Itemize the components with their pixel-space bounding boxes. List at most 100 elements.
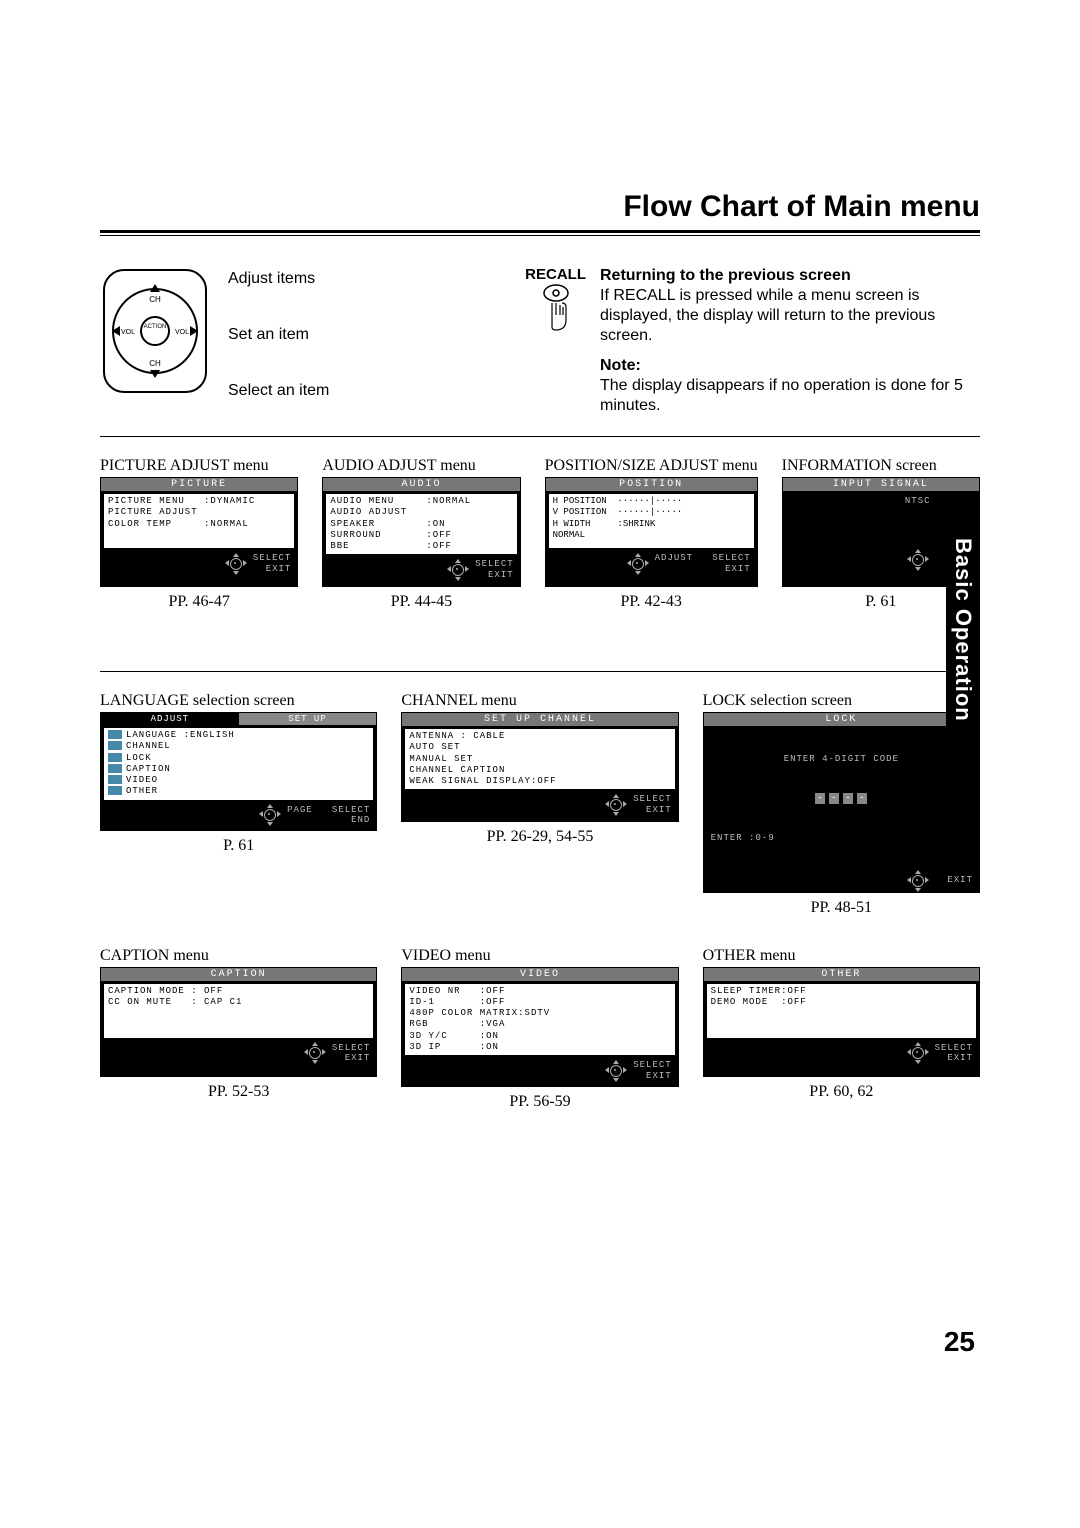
foot-text: PAGE SELECT END: [287, 805, 370, 827]
osd-channel: SET UP CHANNEL ANTENNA : CABLE AUTO SET …: [401, 712, 678, 822]
label-select: Select an item: [228, 382, 329, 400]
osd-foot: SELECT EXIT: [704, 1041, 979, 1069]
osd-video: VIDEO VIDEO NR :OFF ID-1 :OFF 480P COLOR…: [401, 967, 678, 1087]
dpad-icon: [259, 808, 281, 822]
osd-audio: AUDIO AUDIO MENU :NORMAL AUDIO ADJUST SP…: [322, 477, 520, 587]
svg-text:CH: CH: [149, 295, 161, 304]
recall-icon: RECALL: [525, 266, 586, 416]
control-pad-labels: Adjust items Set an item Select an item: [228, 266, 329, 400]
osd-body: AUDIO MENU :NORMAL AUDIO ADJUST SPEAKER …: [326, 494, 516, 554]
caption-cell: CAPTION menu CAPTION CAPTION MODE : OFF …: [100, 947, 377, 1111]
cell-pp: PP. 26-29, 54-55: [401, 828, 678, 846]
osd-body: VIDEO NR :OFF ID-1 :OFF 480P COLOR MATRI…: [405, 984, 674, 1056]
osd-foot: ADJUST SELECT EXIT: [546, 551, 757, 579]
label-set: Set an item: [228, 326, 329, 344]
osd-body: SLEEP TIMER:OFF DEMO MODE :OFF: [707, 984, 976, 1038]
manual-page: Flow Chart of Main menu ACTION CH CH VOL: [0, 0, 1080, 1528]
osd-body: LANGUAGE :ENGLISHCHANNELLOCKCAPTIONVIDEO…: [104, 728, 373, 800]
cell-title: VIDEO menu: [401, 947, 678, 965]
osd-tabs: ADJUST SET UP: [101, 713, 376, 725]
cell-pp: PP. 56-59: [401, 1093, 678, 1111]
note-label: Note:: [600, 356, 980, 376]
lock-cell: LOCK selection screen LOCK ENTER 4-DIGIT…: [703, 692, 980, 917]
lock-range: ENTER :0-9: [711, 833, 972, 844]
cell-title: CHANNEL menu: [401, 692, 678, 710]
osd-foot: EXIT: [704, 872, 979, 892]
cell-pp: PP. 46-47: [100, 593, 298, 611]
osd-title: AUDIO: [323, 478, 519, 491]
osd-body: ENTER 4-DIGIT CODE ---- ENTER :0-9: [707, 729, 976, 869]
osd-foot: SELECT EXIT: [323, 557, 519, 585]
audio-adjust-cell: AUDIO ADJUST menu AUDIO AUDIO MENU :NORM…: [322, 457, 520, 611]
recall-heading: Returning to the previous screen: [600, 266, 980, 286]
osd-picture: PICTURE PICTURE MENU :DYNAMIC PICTURE AD…: [100, 477, 298, 587]
note-body: The display disappears if no operation i…: [600, 376, 980, 416]
osd-title: LOCK: [704, 713, 979, 726]
foot-text: ADJUST SELECT EXIT: [655, 553, 751, 575]
language-cell: LANGUAGE selection screen ADJUST SET UP …: [100, 692, 377, 917]
menu-row-3: CAPTION menu CAPTION CAPTION MODE : OFF …: [100, 927, 980, 1121]
recall-text: Returning to the previous screen If RECA…: [600, 266, 980, 416]
other-cell: OTHER menu OTHER SLEEP TIMER:OFF DEMO MO…: [703, 947, 980, 1111]
cell-title: CAPTION menu: [100, 947, 377, 965]
osd-body: ANTENNA : CABLE AUTO SET MANUAL SET CHAN…: [405, 729, 674, 789]
tab-setup: SET UP: [239, 713, 377, 725]
svg-text:VOL: VOL: [175, 329, 189, 336]
svg-text:CH: CH: [149, 359, 161, 368]
cell-title: INFORMATION screen: [782, 457, 980, 475]
menu-row-2: LANGUAGE selection screen ADJUST SET UP …: [100, 672, 980, 927]
dpad-icon: [225, 557, 247, 571]
foot-text: SELECT EXIT: [332, 1043, 370, 1065]
osd-foot: PAGE SELECT END: [101, 803, 376, 831]
cell-pp: PP. 48-51: [703, 899, 980, 917]
cell-pp: PP. 42-43: [545, 593, 758, 611]
dpad-icon: [907, 1046, 929, 1060]
osd-body: H POSITION ······|····· V POSITION ·····…: [549, 494, 754, 548]
lock-code-boxes: ----: [711, 793, 972, 804]
cell-title: AUDIO ADJUST menu: [322, 457, 520, 475]
cell-title: LOCK selection screen: [703, 692, 980, 710]
osd-body: PICTURE MENU :DYNAMIC PICTURE ADJUST COL…: [104, 494, 294, 548]
osd-title: OTHER: [704, 968, 979, 981]
dpad-icon: [605, 798, 627, 812]
cell-pp: PP. 44-45: [322, 593, 520, 611]
osd-title: PICTURE: [101, 478, 297, 491]
page-title: Flow Chart of Main menu: [100, 190, 980, 224]
cell-title: PICTURE ADJUST menu: [100, 457, 298, 475]
osd-title: SET UP CHANNEL: [402, 713, 677, 726]
cell-title: OTHER menu: [703, 947, 980, 965]
section-tab: Basic Operation: [946, 500, 980, 760]
rule-thick: [100, 230, 980, 233]
tab-adjust: ADJUST: [101, 713, 239, 725]
channel-cell: CHANNEL menu SET UP CHANNEL ANTENNA : CA…: [401, 692, 678, 917]
cell-title: POSITION/SIZE ADJUST menu: [545, 457, 758, 475]
cell-title: LANGUAGE selection screen: [100, 692, 377, 710]
osd-title: CAPTION: [101, 968, 376, 981]
osd-body: CAPTION MODE : OFF CC ON MUTE : CAP C1: [104, 984, 373, 1038]
page-number: 25: [944, 1326, 975, 1358]
cell-pp: PP. 52-53: [100, 1083, 377, 1101]
video-cell: VIDEO menu VIDEO VIDEO NR :OFF ID-1 :OFF…: [401, 947, 678, 1111]
svg-text:ACTION: ACTION: [144, 324, 167, 330]
osd-title: INPUT SIGNAL: [783, 478, 979, 491]
recall-block: RECALL Returning to the previous screen …: [525, 266, 980, 416]
dpad-icon: [907, 874, 929, 888]
foot-text: SELECT EXIT: [253, 553, 291, 575]
position-adjust-cell: POSITION/SIZE ADJUST menu POSITION H POS…: [545, 457, 758, 611]
foot-text: SELECT EXIT: [475, 559, 513, 581]
control-pad-block: ACTION CH CH VOL VOL Adjust items Set an…: [100, 266, 329, 416]
lock-prompt: ENTER 4-DIGIT CODE: [711, 754, 972, 765]
svg-text:VOL: VOL: [121, 329, 135, 336]
osd-foot: SELECT EXIT: [101, 1041, 376, 1069]
osd-position: POSITION H POSITION ······|····· V POSIT…: [545, 477, 758, 587]
osd-foot: SELECT EXIT: [101, 551, 297, 579]
recall-label: RECALL: [525, 266, 586, 283]
osd-title: VIDEO: [402, 968, 677, 981]
osd-title: POSITION: [546, 478, 757, 491]
dpad-icon: [605, 1064, 627, 1078]
dpad-icon: [447, 563, 469, 577]
osd-caption: CAPTION CAPTION MODE : OFF CC ON MUTE : …: [100, 967, 377, 1077]
top-section: ACTION CH CH VOL VOL Adjust items Set an…: [100, 236, 980, 436]
picture-adjust-cell: PICTURE ADJUST menu PICTURE PICTURE MENU…: [100, 457, 298, 611]
cell-pp: PP. 60, 62: [703, 1083, 980, 1101]
